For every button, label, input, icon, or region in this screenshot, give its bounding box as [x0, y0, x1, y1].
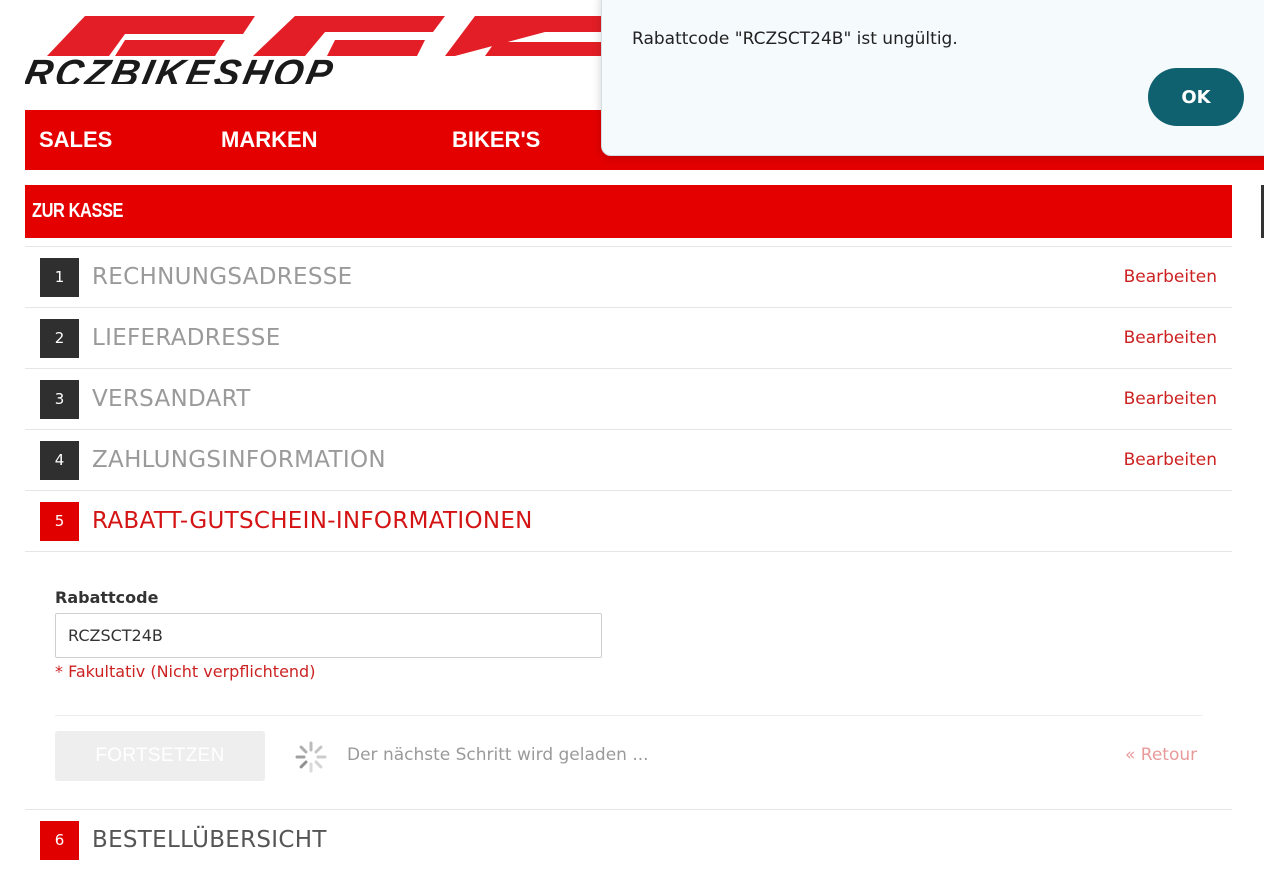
dialog-message: Rabattcode "RCZSCT24B" ist ungültig.	[632, 29, 958, 49]
step-title: VERSANDART	[92, 386, 251, 412]
step-billing-address: 1 RECHNUNGSADRESSE Bearbeiten	[25, 246, 1232, 307]
step-shipping-address: 2 LIEFERADRESSE Bearbeiten	[25, 307, 1232, 368]
coupon-input[interactable]	[55, 613, 602, 658]
back-link[interactable]: « Retour	[1125, 745, 1197, 765]
edit-payment-link[interactable]: Bearbeiten	[1124, 430, 1217, 490]
nav-item-sales[interactable]: SALES	[39, 110, 112, 170]
step-coupon: 5 RABATT-GUTSCHEIN-INFORMATIONEN	[25, 490, 1232, 551]
page-title: ZUR KASSE	[32, 200, 124, 222]
step-number: 4	[40, 441, 79, 480]
step-order-review: 6 BESTELLÜBERSICHT	[25, 810, 1232, 871]
loading-text: Der nächste Schritt wird geladen ...	[347, 745, 649, 765]
step-number: 1	[40, 258, 79, 297]
logo-wordmark: RCZBIKESHOP	[25, 53, 340, 84]
nav-item-bikers[interactable]: BIKER'S	[452, 110, 540, 170]
coupon-label: Rabattcode	[55, 588, 159, 607]
nav-item-marken[interactable]: MARKEN	[221, 110, 318, 170]
edit-shipping-method-link[interactable]: Bearbeiten	[1124, 369, 1217, 429]
edit-billing-link[interactable]: Bearbeiten	[1124, 247, 1217, 307]
step-number: 5	[40, 502, 79, 541]
continue-button[interactable]: FORTSETZEN	[55, 731, 265, 781]
step-title: ZAHLUNGSINFORMATION	[92, 447, 386, 473]
step-title: RABATT-GUTSCHEIN-INFORMATIONEN	[92, 508, 533, 534]
site-logo[interactable]: RCZBIKESHOP	[25, 12, 625, 84]
step-title: RECHNUNGSADRESSE	[92, 264, 353, 290]
checkout-steps: 1 RECHNUNGSADRESSE Bearbeiten 2 LIEFERAD…	[25, 246, 1232, 871]
checkout-header: ZUR KASSE	[25, 185, 1232, 238]
loading-spinner-icon	[295, 741, 327, 773]
step-number: 2	[40, 319, 79, 358]
coupon-form: Rabattcode * Fakultativ (Nicht verpflich…	[25, 551, 1232, 810]
step-title: LIEFERADRESSE	[92, 325, 281, 351]
edit-shipping-address-link[interactable]: Bearbeiten	[1124, 308, 1217, 368]
divider	[55, 715, 1202, 716]
step-shipping-method: 3 VERSANDART Bearbeiten	[25, 368, 1232, 429]
logo-graphic	[47, 16, 625, 56]
step-number: 6	[40, 821, 79, 860]
optional-hint: * Fakultativ (Nicht verpflichtend)	[55, 662, 316, 681]
step-payment-info: 4 ZAHLUNGSINFORMATION Bearbeiten	[25, 429, 1232, 490]
alert-dialog: Rabattcode "RCZSCT24B" ist ungültig. OK	[601, 0, 1264, 156]
step-title: BESTELLÜBERSICHT	[92, 827, 327, 853]
step-number: 3	[40, 380, 79, 419]
dialog-ok-button[interactable]: OK	[1148, 68, 1244, 126]
